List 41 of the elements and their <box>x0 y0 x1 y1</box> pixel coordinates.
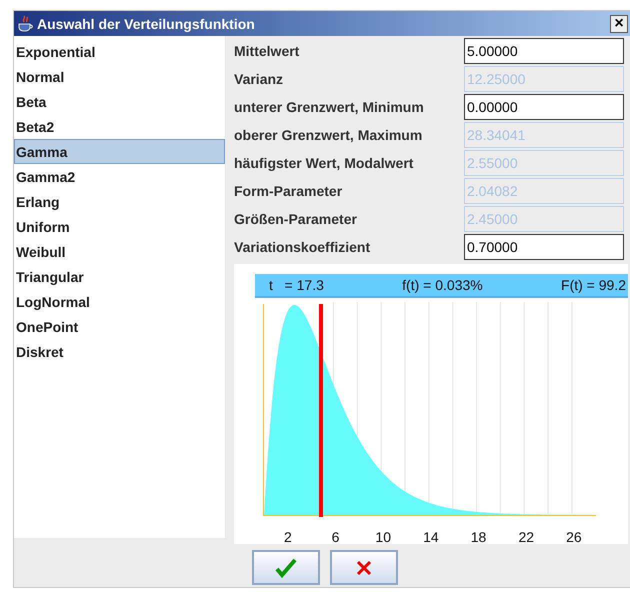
distribution-item[interactable]: Gamma <box>14 139 225 164</box>
axis-label: 10 <box>375 529 391 544</box>
parameter-label: Varianz <box>234 70 284 89</box>
parameter-label: unterer Grenzwert, Minimum <box>234 98 425 117</box>
distribution-item[interactable]: Erlang <box>14 189 225 214</box>
parameter-field[interactable]: 0.00000 <box>464 94 624 120</box>
parameter-field[interactable]: 0.70000 <box>464 234 624 260</box>
distribution-item[interactable]: Normal <box>14 64 225 89</box>
axis-label: 22 <box>518 529 534 544</box>
distribution-item[interactable]: Uniform <box>14 214 225 239</box>
cancel-button[interactable] <box>330 550 398 585</box>
parameter-label: Form-Parameter <box>234 182 344 201</box>
readout-text: t = 17.3 <box>269 277 324 293</box>
distribution-item[interactable]: Diskret <box>14 339 225 364</box>
distribution-item[interactable]: LogNormal <box>14 289 225 314</box>
parameter-label: oberer Grenzwert, Maximum <box>234 126 424 145</box>
parameter-label: häufigster Wert, Modalwert <box>234 154 414 173</box>
check-icon <box>275 558 297 578</box>
ok-button[interactable] <box>252 550 320 585</box>
axis-label: 2 <box>284 529 292 544</box>
distribution-item[interactable]: Gamma2 <box>14 164 225 189</box>
close-button[interactable]: × <box>610 14 628 32</box>
parameter-field[interactable]: 5.00000 <box>464 38 624 64</box>
distribution-item[interactable]: Beta <box>14 89 225 114</box>
axis-label: 26 <box>566 529 582 544</box>
cross-icon <box>356 560 372 576</box>
distribution-item[interactable]: Beta2 <box>14 114 225 139</box>
parameter-label: Variationskoeffizient <box>234 238 372 257</box>
distribution-item[interactable]: Weibull <box>14 239 225 264</box>
window-title: Auswahl der Verteilungsfunktion <box>37 16 256 32</box>
parameter-label: Mittelwert <box>234 42 300 61</box>
distribution-item[interactable]: OnePoint <box>14 314 225 339</box>
axis-label: 6 <box>332 529 340 544</box>
axis-label: 18 <box>470 529 486 544</box>
axis-label: 14 <box>423 529 439 544</box>
parameter-label: Größen-Parameter <box>234 210 358 229</box>
distribution-item[interactable]: Triangular <box>14 264 225 289</box>
readout-text: F(t) = 99.2 <box>561 277 626 293</box>
distribution-item[interactable]: Exponential <box>14 39 225 64</box>
readout-text: f(t) = 0.033% <box>402 277 483 293</box>
cup-icon <box>17 14 33 32</box>
